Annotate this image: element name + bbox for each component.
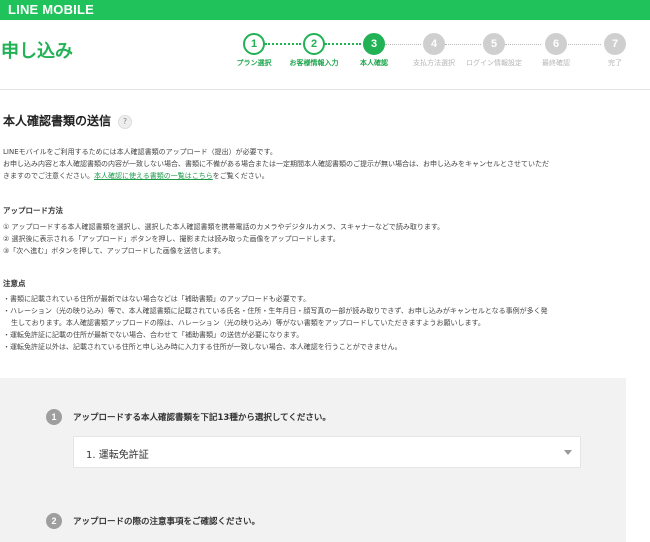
step-final-confirmation: 6 最終確認 [526, 33, 586, 68]
note-item: ・ハレーション（光の映り込み）等で、本人確認書類に記載されている氏名・住所・生年… [3, 307, 548, 315]
upload-step: ② 選択後に表示される「アップロード」ボタンを押し、撮影または読み取った画像をア… [3, 235, 340, 243]
upload-step: ① アップロードする本人確認書類を選択し、選択した本人確認書類を携帯電話のカメラ… [3, 223, 445, 231]
step-number: 4 [423, 33, 445, 55]
step-number: 1 [243, 33, 265, 55]
selected-document-type: 1. 運転免許証 [86, 450, 149, 461]
step-identity-verification: 3 本人確認 [344, 33, 404, 68]
top-bar: LINE MOBILE [0, 0, 650, 20]
note-item: ・書類に記載されている住所が最新ではない場合などは「補助書類」のアップロードも必… [3, 295, 311, 303]
step-label: 支払方法選択 [413, 59, 455, 67]
header-divider [0, 89, 650, 90]
step-label: 本人確認 [360, 59, 388, 67]
step-number: 6 [545, 33, 567, 55]
question-number: 2 [46, 513, 62, 529]
step-number: 7 [604, 33, 626, 55]
notes-heading: 注意点 [3, 279, 26, 288]
intro-text-segment: をご覧ください。 [212, 172, 269, 180]
document-type-select[interactable]: 1. 運転免許証 [73, 436, 581, 468]
upload-step: ③「次へ進む」ボタンを押して、アップロードした画像を送信します。 [3, 247, 226, 255]
note-item-continued: 生しております。本人確認書類アップロードの際は、ハレーション（光の映り込み）等が… [11, 319, 485, 327]
step-login-settings: 5 ログイン情報設定 [464, 33, 524, 68]
help-icon[interactable]: ? [118, 115, 132, 129]
step-label: 最終確認 [542, 59, 570, 67]
step-label: プラン選択 [236, 59, 272, 67]
question-number: 1 [46, 409, 62, 425]
intro-line: きますのでご注意ください。本人確認に使える書類の一覧はこちらをご覧ください。 [3, 170, 643, 182]
intro-text-segment: きますのでご注意ください。 [3, 172, 94, 180]
note-item: ・運転免許証以外は、記載されている住所と申し込み時に入力する住所が一致しない場合… [3, 343, 402, 351]
step-customer-info: 2 お客様情報入力 [284, 33, 344, 68]
question-text: アップロードの際の注意事項をご確認ください。 [73, 517, 261, 527]
line-mobile-logo[interactable]: LINE MOBILE [8, 2, 94, 17]
intro-line: お申し込み内容と本人確認書類の内容が一致しない場合、書類に不備がある場合または一… [3, 160, 549, 168]
step-number: 2 [303, 33, 325, 55]
upload-method-heading: アップロード方法 [3, 206, 63, 215]
section-title: 本人確認書類の送信 [3, 114, 112, 128]
intro-text: LINEモバイルをご利用するためには本人確認書類のアップロード（提出）が必要です… [3, 146, 643, 182]
step-number: 3 [363, 33, 385, 55]
step-label: 完了 [608, 59, 622, 67]
note-item: ・運転免許証に記載の住所が最新でない場合、合わせて「補助書類」の送信が必要になり… [3, 331, 304, 339]
intro-line: LINEモバイルをご利用するためには本人確認書類のアップロード（提出）が必要です… [3, 148, 277, 156]
step-number: 5 [483, 33, 505, 55]
step-complete: 7 完了 [585, 33, 645, 68]
step-payment-method: 4 支払方法選択 [404, 33, 464, 68]
progress-stepper: 1 プラン選択 2 お客様情報入力 3 本人確認 4 支払方法選択 5 ログイン… [0, 33, 650, 73]
step-label: お客様情報入力 [289, 59, 339, 67]
question-text: アップロードする本人確認書類を下記13種から選択してください。 [73, 413, 331, 423]
chevron-down-icon [564, 450, 572, 455]
note-item: 生しております。本人確認書類アップロードの際は、ハレーション（光の映り込み）等が… [3, 318, 628, 329]
step-label: ログイン情報設定 [466, 59, 522, 67]
document-list-link[interactable]: 本人確認に使える書類の一覧はこちら [94, 172, 213, 180]
step-plan-select: 1 プラン選択 [224, 33, 284, 68]
